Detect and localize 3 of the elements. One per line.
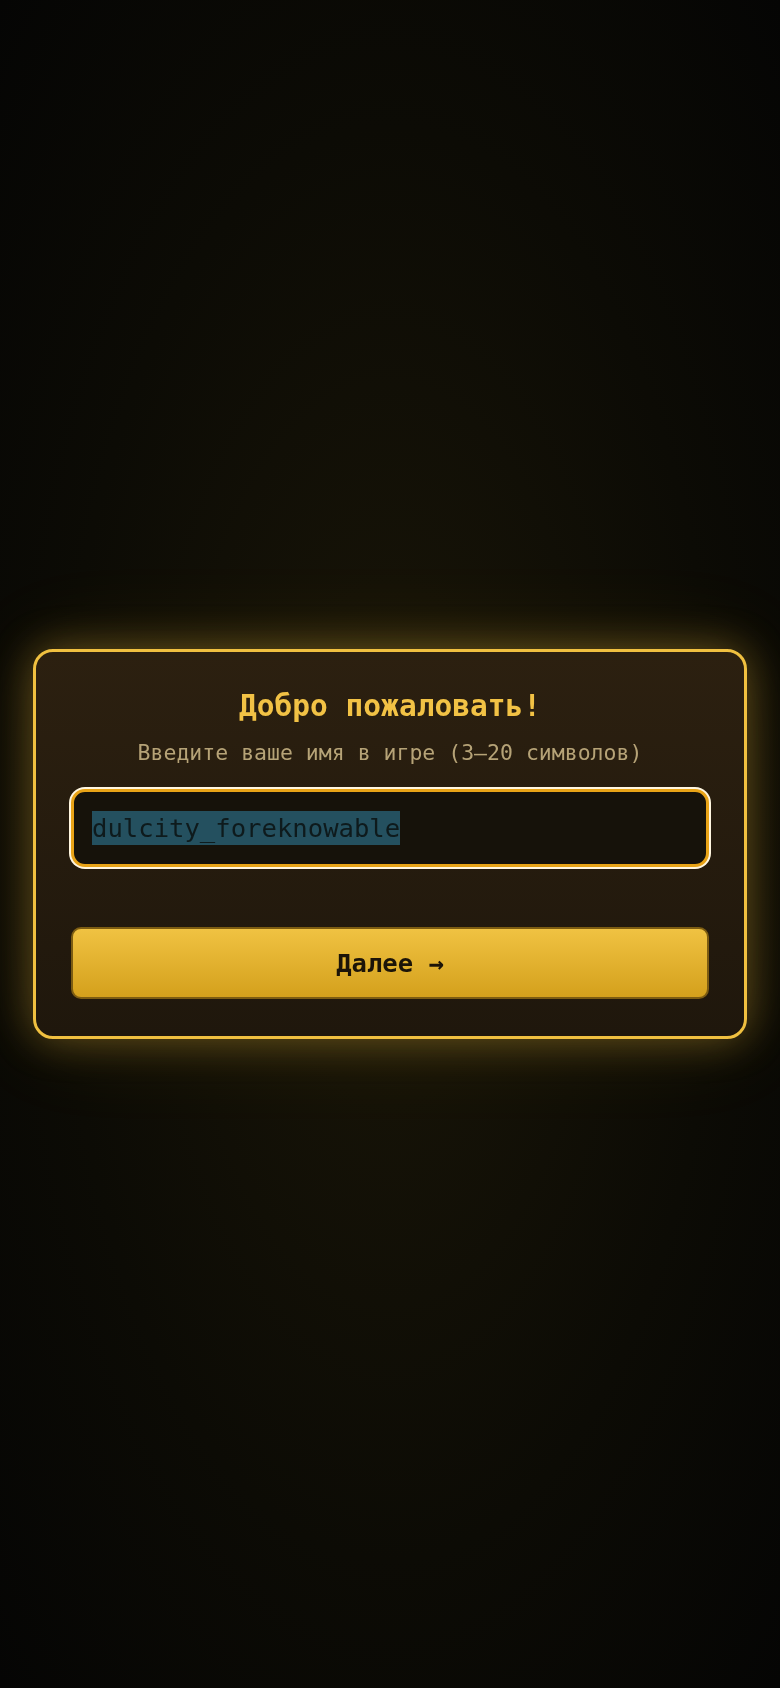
dialog-title: Добро пожаловать! [239,689,541,723]
next-button[interactable]: Далее → [71,927,709,999]
dialog-subtitle: Введите ваше имя в игре (3—20 символов) [137,740,643,766]
